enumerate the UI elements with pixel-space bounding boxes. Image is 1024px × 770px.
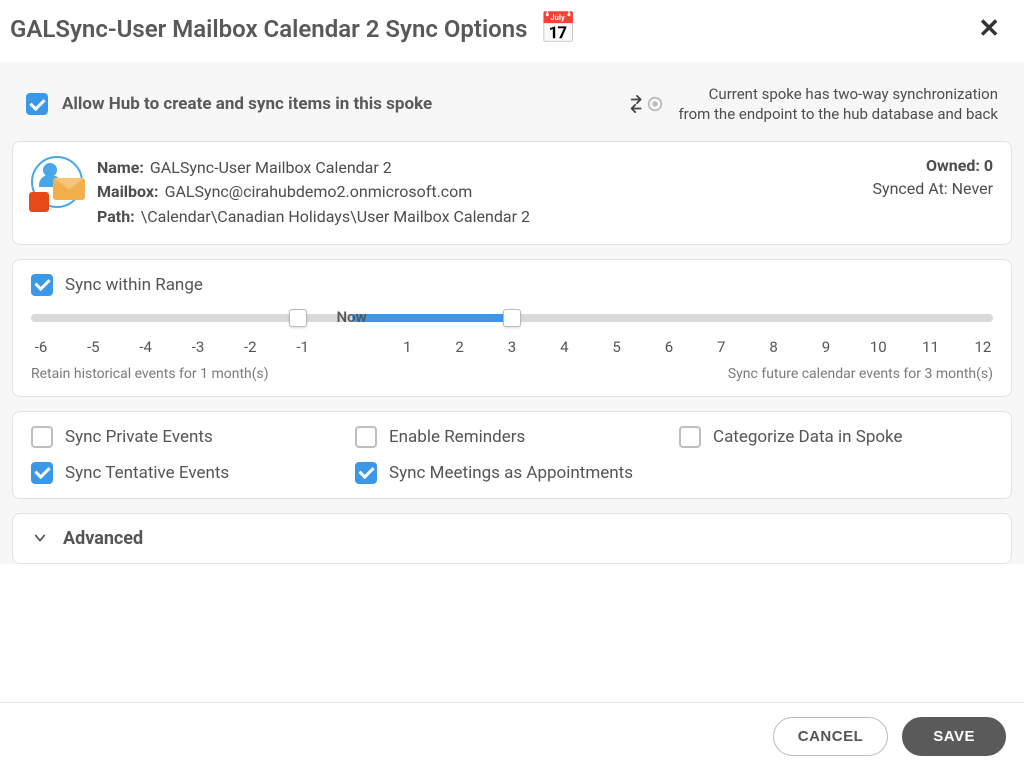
opt-sync-tentative: Sync Tentative Events xyxy=(31,462,345,484)
enable-reminders-label: Enable Reminders xyxy=(389,427,525,447)
mailbox-avatar-icon xyxy=(31,156,83,208)
save-button[interactable]: SAVE xyxy=(902,717,1006,756)
slider-active xyxy=(352,314,512,322)
info-mailbox: Mailbox:GALSync@cirahubdemo2.onmicrosoft… xyxy=(97,180,873,205)
enable-reminders-checkbox[interactable] xyxy=(355,426,377,448)
range-slider[interactable]: Now xyxy=(31,304,993,334)
calendar-icon: 📅 xyxy=(540,14,577,44)
sync-desc-line1: Current spoke has two-way synchronizatio… xyxy=(678,84,998,104)
allow-row: Allow Hub to create and sync items in th… xyxy=(12,76,1012,141)
sync-meetings-checkbox[interactable] xyxy=(355,462,377,484)
categorize-label: Categorize Data in Spoke xyxy=(713,427,903,447)
sync-desc-line2: from the endpoint to the hub database an… xyxy=(678,104,998,124)
retain-text: Retain historical events for 1 month(s) xyxy=(31,366,269,382)
close-icon[interactable]: ✕ xyxy=(974,14,1004,44)
advanced-section-toggle[interactable]: Advanced xyxy=(12,513,1012,564)
options-card: Sync Private Events Enable Reminders Cat… xyxy=(12,411,1012,499)
allow-checkbox[interactable] xyxy=(26,93,48,115)
cancel-button[interactable]: CANCEL xyxy=(773,717,889,756)
opt-sync-meetings: Sync Meetings as Appointments xyxy=(355,462,669,484)
dialog-header: GALSync-User Mailbox Calendar 2 Sync Opt… xyxy=(0,0,1024,62)
categorize-checkbox[interactable] xyxy=(679,426,701,448)
synced-at: Synced At: Never xyxy=(873,179,994,198)
two-way-sync-icon xyxy=(628,92,664,116)
dialog-footer: CANCEL SAVE xyxy=(0,702,1024,770)
spoke-info-card: Name:GALSync-User Mailbox Calendar 2 Mai… xyxy=(12,141,1012,245)
future-text: Sync future calendar events for 3 month(… xyxy=(728,366,993,382)
range-card: Sync within Range Now -6-5-4-3-2-1123456… xyxy=(12,259,1012,397)
sync-tentative-checkbox[interactable] xyxy=(31,462,53,484)
opt-sync-private: Sync Private Events xyxy=(31,426,345,448)
slider-handle-low[interactable] xyxy=(289,309,307,327)
owned-count: Owned: 0 xyxy=(873,156,994,175)
info-name: Name:GALSync-User Mailbox Calendar 2 xyxy=(97,156,873,181)
advanced-label: Advanced xyxy=(63,528,143,549)
info-path: Path:\Calendar\Canadian Holidays\User Ma… xyxy=(97,205,873,230)
dialog-title: GALSync-User Mailbox Calendar 2 Sync Opt… xyxy=(10,15,528,43)
info-right: Owned: 0 Synced At: Never xyxy=(873,156,994,198)
dialog-body: Allow Hub to create and sync items in th… xyxy=(0,62,1024,564)
sync-mode-description: Current spoke has two-way synchronizatio… xyxy=(678,84,998,125)
sync-meetings-label: Sync Meetings as Appointments xyxy=(389,463,633,483)
range-checkbox[interactable] xyxy=(31,274,53,296)
slider-handle-high[interactable] xyxy=(503,309,521,327)
sync-tentative-label: Sync Tentative Events xyxy=(65,463,229,483)
chevron-down-icon xyxy=(31,529,49,547)
allow-label: Allow Hub to create and sync items in th… xyxy=(62,94,432,114)
opt-enable-reminders: Enable Reminders xyxy=(355,426,669,448)
range-title: Sync within Range xyxy=(65,275,203,295)
sync-mode-block: Current spoke has two-way synchronizatio… xyxy=(628,84,998,125)
range-footer: Retain historical events for 1 month(s) … xyxy=(31,366,993,382)
sync-private-label: Sync Private Events xyxy=(65,427,213,447)
slider-ticks: -6-5-4-3-2-1123456789101112 xyxy=(31,338,993,356)
info-lines: Name:GALSync-User Mailbox Calendar 2 Mai… xyxy=(97,156,873,230)
opt-categorize: Categorize Data in Spoke xyxy=(679,426,993,448)
sync-private-checkbox[interactable] xyxy=(31,426,53,448)
now-label: Now xyxy=(337,308,367,326)
